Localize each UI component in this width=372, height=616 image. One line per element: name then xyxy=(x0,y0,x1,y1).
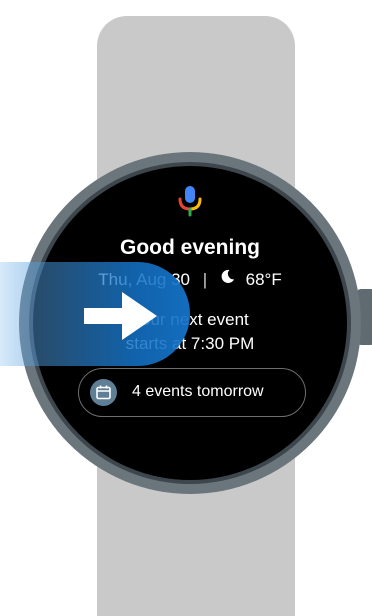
temperature-text: 68°F xyxy=(245,269,282,289)
chip-label: 4 events tomorrow xyxy=(132,383,264,400)
moon-icon xyxy=(221,269,234,283)
events-tomorrow-chip[interactable]: 4 events tomorrow xyxy=(78,368,306,417)
swipe-right-arrow-icon xyxy=(84,292,157,340)
greeting-text: Good evening xyxy=(119,236,260,259)
separator: | xyxy=(202,269,208,289)
google-assistant-mic-icon[interactable] xyxy=(170,180,210,220)
calendar-icon-container xyxy=(90,379,117,406)
calendar-icon xyxy=(96,385,111,400)
